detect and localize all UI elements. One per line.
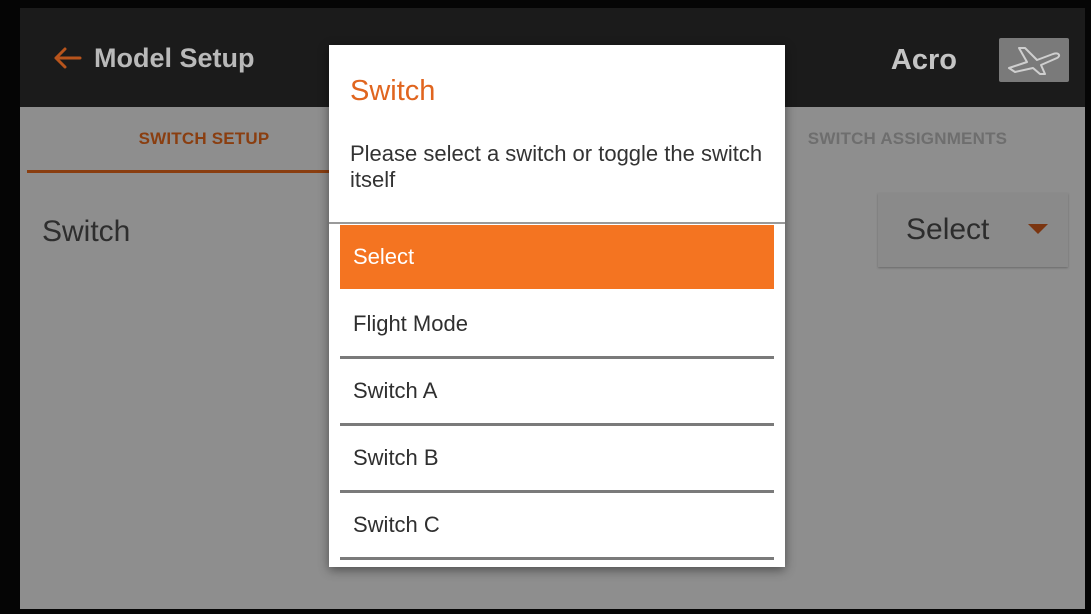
transmitter-screen: Model Setup Acro SWITCH SETUP SWITCH ASS… — [20, 8, 1085, 609]
model-name: Acro — [890, 44, 957, 76]
option-switch-a[interactable]: Switch A — [340, 359, 774, 426]
option-select[interactable]: Select — [340, 225, 774, 292]
back-button[interactable]: Model Setup — [52, 40, 255, 76]
airplane-icon — [1008, 47, 1061, 75]
switch-select-dropdown[interactable]: Select — [878, 193, 1068, 267]
left-arrow-icon — [54, 47, 82, 69]
model-type-button[interactable] — [999, 38, 1069, 82]
switch-option-list: Select Flight Mode Switch A Switch B Swi… — [340, 225, 774, 560]
option-switch-c[interactable]: Switch C — [340, 493, 774, 560]
device-frame: Model Setup Acro SWITCH SETUP SWITCH ASS… — [0, 0, 1091, 614]
switch-field-label: Switch — [42, 215, 131, 248]
switch-dialog: Switch Please select a switch or toggle … — [329, 45, 785, 567]
dialog-divider — [329, 222, 785, 224]
dialog-title: Switch — [350, 75, 436, 107]
tab-switch-setup[interactable]: SWITCH SETUP — [27, 107, 381, 173]
dialog-message: Please select a switch or toggle the swi… — [350, 141, 763, 192]
select-value: Select — [906, 213, 990, 246]
caret-down-icon — [1028, 224, 1048, 234]
option-switch-b[interactable]: Switch B — [340, 426, 774, 493]
option-flight-mode[interactable]: Flight Mode — [340, 292, 774, 359]
page-title: Model Setup — [94, 43, 255, 73]
